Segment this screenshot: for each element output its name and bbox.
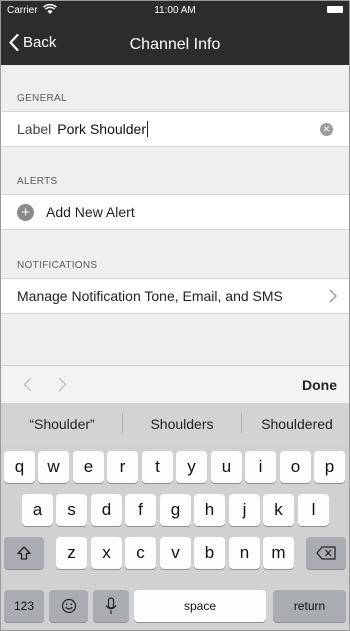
predictive-suggestions: “Shoulder” Shoulders Shouldered: [1, 403, 349, 445]
suggestion-1[interactable]: “Shoulder”: [11, 416, 113, 432]
delete-key[interactable]: [306, 537, 346, 569]
delete-backspace-icon: [316, 546, 336, 560]
emoji-key[interactable]: [49, 590, 88, 622]
phone-screen: Carrier 11:00 AM Back Channel Info GENER…: [0, 0, 350, 631]
key-j[interactable]: j: [229, 494, 260, 526]
numbers-key[interactable]: 123: [4, 590, 44, 622]
clear-circle-icon[interactable]: ✕: [320, 123, 333, 136]
key-x[interactable]: x: [91, 537, 122, 569]
next-field-chevron-right-icon[interactable]: [58, 377, 67, 392]
key-z[interactable]: z: [56, 537, 87, 569]
key-r[interactable]: r: [107, 451, 138, 483]
key-h[interactable]: h: [194, 494, 225, 526]
key-a[interactable]: a: [22, 494, 53, 526]
status-time: 11:00 AM: [154, 5, 196, 16]
section-header-alerts: ALERTS: [17, 176, 58, 187]
page-title: Channel Info: [129, 36, 221, 53]
key-b[interactable]: b: [194, 537, 225, 569]
key-f[interactable]: f: [125, 494, 156, 526]
text-cursor: [146, 121, 148, 137]
key-m[interactable]: m: [263, 537, 294, 569]
suggestion-divider: [241, 413, 242, 433]
shift-key[interactable]: [4, 537, 44, 569]
done-button[interactable]: Done: [302, 377, 337, 393]
key-y[interactable]: y: [176, 451, 207, 483]
key-w[interactable]: w: [38, 451, 69, 483]
key-t[interactable]: t: [142, 451, 173, 483]
chevron-right-icon: [329, 289, 337, 303]
shift-icon: [17, 546, 31, 560]
key-s[interactable]: s: [56, 494, 87, 526]
key-g[interactable]: g: [160, 494, 191, 526]
add-alert-label: Add New Alert: [46, 204, 135, 220]
return-key[interactable]: return: [273, 590, 346, 622]
key-l[interactable]: l: [298, 494, 329, 526]
suggestion-2[interactable]: Shoulders: [132, 416, 232, 432]
section-header-general: GENERAL: [17, 93, 67, 104]
previous-field-chevron-left-icon[interactable]: [23, 377, 32, 392]
label-caption: Label: [17, 121, 52, 137]
dictation-key[interactable]: [93, 590, 129, 622]
navigation-bar: Carrier 11:00 AM Back Channel Info: [1, 1, 349, 65]
manage-notifications-label: Manage Notification Tone, Email, and SMS: [17, 288, 283, 304]
microphone-icon: [105, 597, 117, 614]
key-o[interactable]: o: [280, 451, 311, 483]
key-v[interactable]: v: [160, 537, 191, 569]
emoji-icon: [61, 598, 76, 614]
key-k[interactable]: k: [263, 494, 294, 526]
manage-notifications-row[interactable]: Manage Notification Tone, Email, and SMS: [1, 278, 349, 314]
key-e[interactable]: e: [73, 451, 104, 483]
plus-circle-icon: +: [17, 203, 34, 221]
key-c[interactable]: c: [125, 537, 156, 569]
key-d[interactable]: d: [91, 494, 122, 526]
section-header-notifications: NOTIFICATIONS: [17, 260, 98, 271]
keyboard: “Shoulder” Shoulders Shouldered q w e r …: [1, 403, 349, 630]
key-n[interactable]: n: [229, 537, 260, 569]
key-q[interactable]: q: [4, 451, 35, 483]
label-input-value[interactable]: Pork Shoulder: [57, 121, 146, 137]
key-u[interactable]: u: [211, 451, 242, 483]
key-i[interactable]: i: [245, 451, 276, 483]
add-new-alert-button[interactable]: + Add New Alert: [1, 194, 349, 230]
status-bar: Carrier 11:00 AM: [1, 1, 349, 21]
space-key[interactable]: space: [134, 590, 266, 622]
battery-icon: [327, 6, 343, 13]
suggestion-divider: [122, 413, 123, 433]
key-p[interactable]: p: [314, 451, 345, 483]
label-field[interactable]: Label Pork Shoulder ✕: [1, 111, 349, 147]
suggestion-3[interactable]: Shouldered: [249, 416, 345, 432]
keyboard-accessory-bar: Done: [1, 365, 349, 403]
